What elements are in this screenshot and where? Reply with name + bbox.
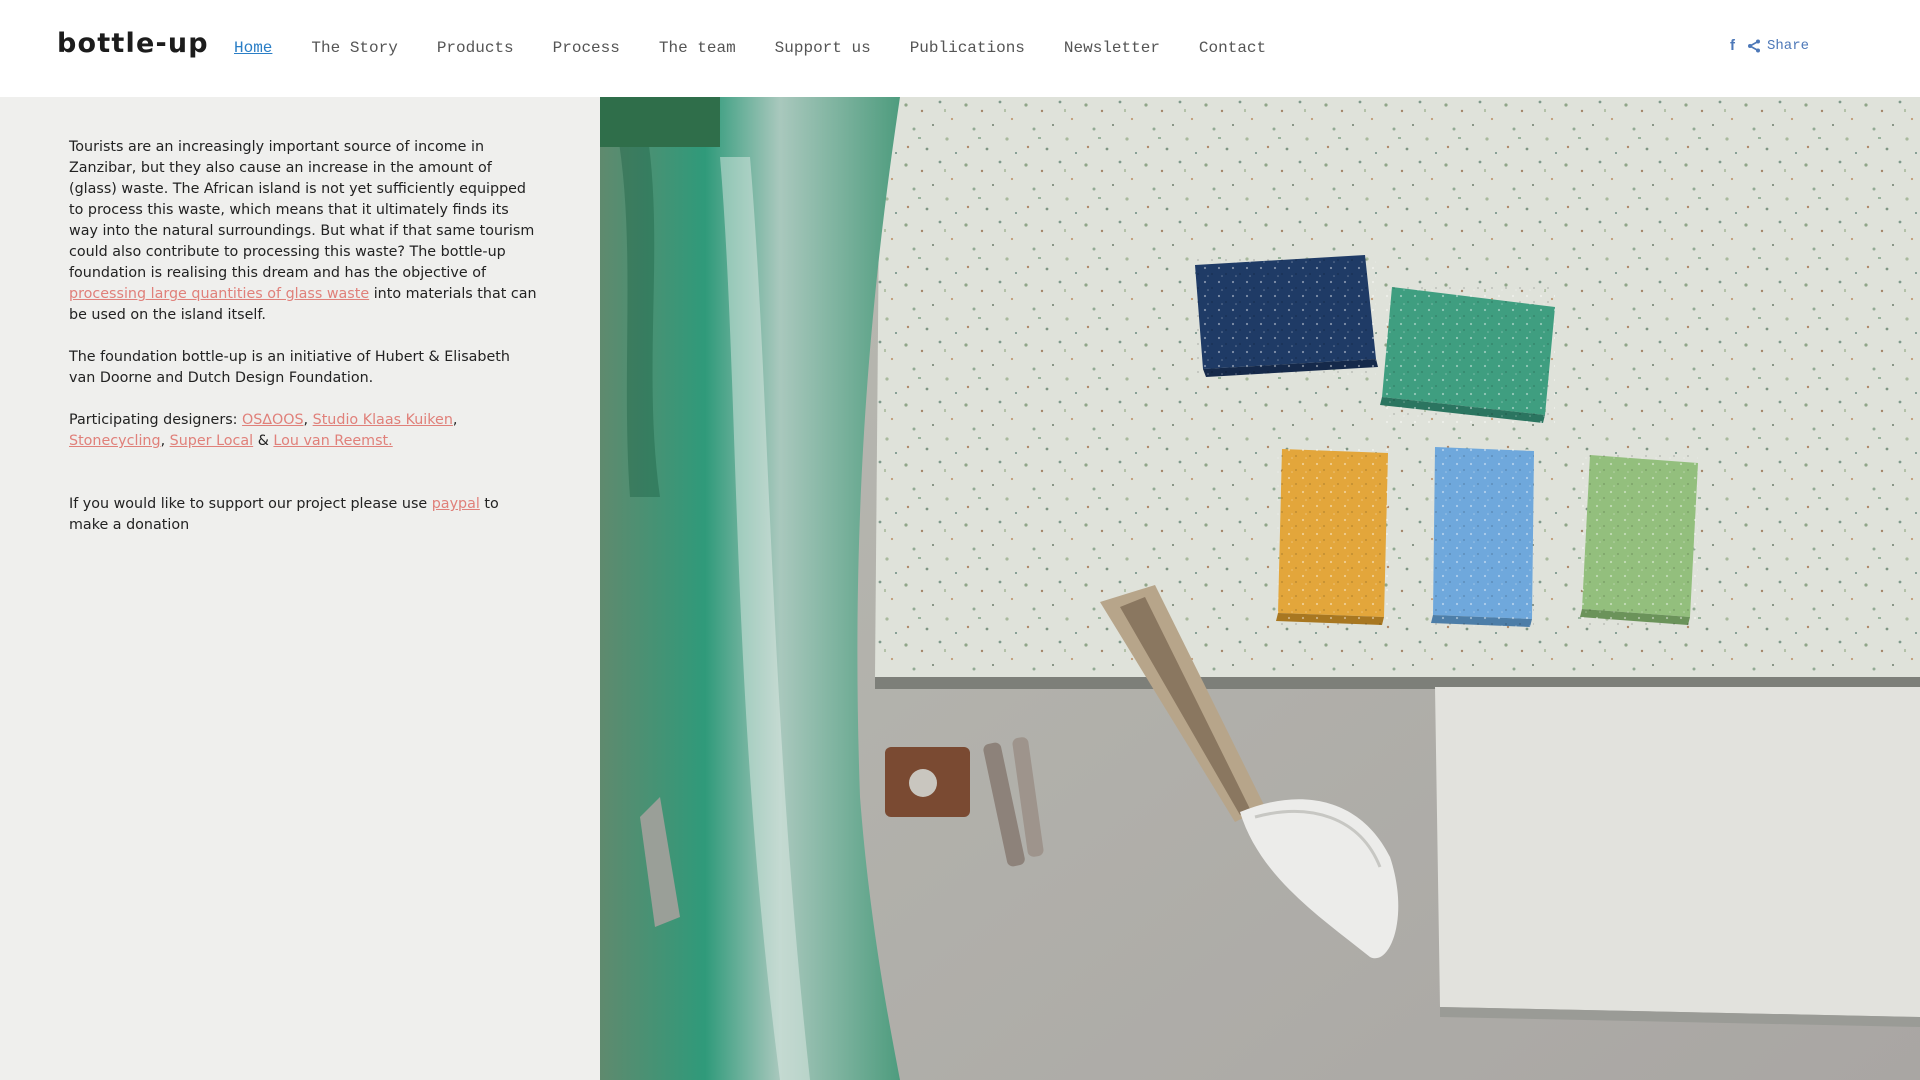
support-text-start: If you would like to support our project… — [69, 496, 432, 512]
terrazzo-photo — [600, 97, 1920, 1080]
tile-green — [1580, 455, 1698, 625]
share-button[interactable]: Share — [1747, 36, 1809, 56]
nav-process[interactable]: Process — [553, 38, 620, 58]
separator-ampersand: & — [253, 433, 274, 449]
separator-comma: , — [303, 412, 313, 428]
support-paragraph: If you would like to support our project… — [69, 494, 539, 536]
designers-prefix: Participating designers: — [69, 412, 243, 428]
designer-link-stonecycling[interactable]: Stonecycling — [69, 433, 161, 449]
nav-the-story[interactable]: The Story — [311, 38, 397, 58]
separator-comma: , — [160, 433, 170, 449]
separator-comma: , — [452, 412, 458, 428]
nav-newsletter[interactable]: Newsletter — [1064, 38, 1160, 58]
designers-paragraph: Participating designers: OS∆OOS, Studio … — [69, 410, 539, 452]
designer-link-studio-klaas-kuiken[interactable]: Studio Klaas Kuiken — [313, 412, 453, 428]
nav-contact[interactable]: Contact — [1199, 38, 1266, 58]
nav-support-us[interactable]: Support us — [775, 38, 871, 58]
nav-products[interactable]: Products — [437, 38, 514, 58]
main-nav: Home The Story Products Process The team… — [234, 38, 1305, 58]
intro-paragraph: Tourists are an increasingly important s… — [69, 137, 539, 326]
site-header: bottle-up Home The Story Products Proces… — [0, 0, 1920, 97]
designer-link-lou-van-reemst[interactable]: Lou van Reemst. — [273, 433, 392, 449]
designer-link-super-local[interactable]: Super Local — [170, 433, 254, 449]
intro-panel: Tourists are an increasingly important s… — [0, 97, 600, 1080]
tile-blue — [1195, 255, 1378, 377]
social-links: f Share — [1730, 36, 1809, 56]
foundation-paragraph: The foundation bottle-up is an initiativ… — [69, 349, 510, 386]
share-label: Share — [1767, 38, 1810, 54]
nav-the-team[interactable]: The team — [659, 38, 736, 58]
nav-publications[interactable]: Publications — [910, 38, 1025, 58]
tile-light-blue — [1431, 447, 1534, 627]
designer-link-osaoos[interactable]: OS∆OOS — [242, 412, 303, 428]
glass-waste-link[interactable]: processing large quantities of glass was… — [69, 286, 369, 302]
tile-yellow — [1276, 449, 1388, 625]
hero-image — [600, 97, 1920, 1080]
share-icon — [1748, 39, 1760, 53]
intro-text-start: Tourists are an increasingly important s… — [69, 139, 535, 281]
paypal-link[interactable]: paypal — [432, 496, 480, 512]
nav-home[interactable]: Home — [234, 38, 272, 58]
site-logo[interactable]: bottle-up — [57, 28, 209, 59]
facebook-icon[interactable]: f — [1730, 36, 1735, 56]
intro-text: Tourists are an increasingly important s… — [69, 137, 539, 557]
tile-teal — [1380, 287, 1555, 423]
